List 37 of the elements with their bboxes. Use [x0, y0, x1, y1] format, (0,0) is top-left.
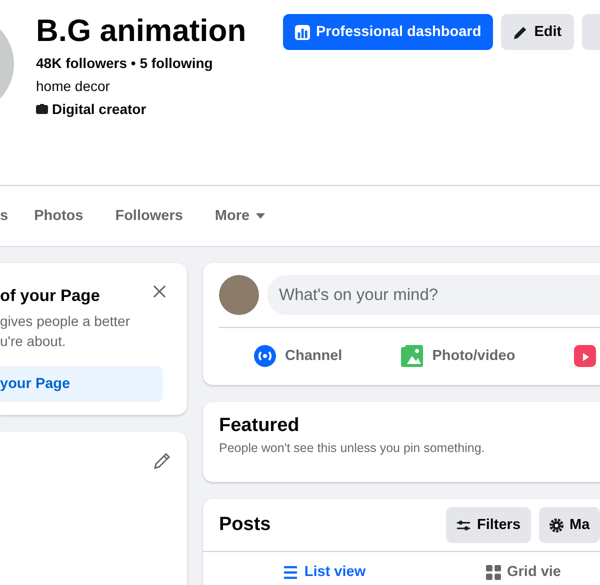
close-icon[interactable]	[153, 285, 166, 298]
photo-video-button[interactable]: Photo/video	[400, 344, 516, 368]
broadcast-icon	[253, 344, 277, 368]
pencil-icon	[513, 24, 528, 40]
filters-button[interactable]: Filters	[446, 507, 531, 543]
edit-page-button[interactable]: your Page	[0, 366, 163, 402]
profile-tab[interactable]: Photos	[34, 208, 84, 224]
view-tab[interactable]: Grid vie	[414, 564, 600, 580]
reel-button[interactable]	[573, 344, 598, 368]
briefcase-icon	[36, 104, 48, 114]
card-description: gives people a better u're about.	[0, 312, 131, 351]
list-icon	[283, 564, 298, 580]
edit-button[interactable]: Edit	[501, 14, 574, 50]
category-text: Digital creator	[52, 101, 146, 117]
bar-chart-icon	[295, 24, 310, 40]
gear-icon	[548, 518, 564, 532]
featured-description: People won't see this unless you pin something.	[219, 441, 486, 455]
posts-title: Posts	[219, 514, 271, 536]
photo-icon	[400, 344, 424, 368]
bio-text: home decor	[36, 78, 111, 94]
avatar-photo-placeholder	[219, 275, 259, 315]
status-input-field[interactable]: What's on your mind?	[267, 275, 600, 315]
pencil-icon[interactable]	[153, 452, 171, 470]
manage-posts-button[interactable]: Ma	[538, 507, 600, 543]
profile-tab[interactable]: More	[214, 208, 265, 224]
profile-tab[interactable]: s	[0, 208, 8, 224]
featured-title: Featured	[219, 415, 300, 437]
card-title: of your Page	[0, 287, 101, 306]
view-tab[interactable]: List view	[203, 564, 414, 580]
grid-icon	[486, 564, 501, 580]
channel-button[interactable]: Channel	[253, 344, 342, 368]
professional-dashboard-button[interactable]: Professional dashboard	[283, 14, 494, 50]
page-name: B.G animation	[36, 12, 248, 50]
profile-tab[interactable]: Followers	[115, 208, 183, 224]
sliders-icon	[456, 518, 471, 532]
reel-icon	[573, 344, 598, 368]
follower-stats: 48K followers • 5 following	[36, 55, 214, 71]
